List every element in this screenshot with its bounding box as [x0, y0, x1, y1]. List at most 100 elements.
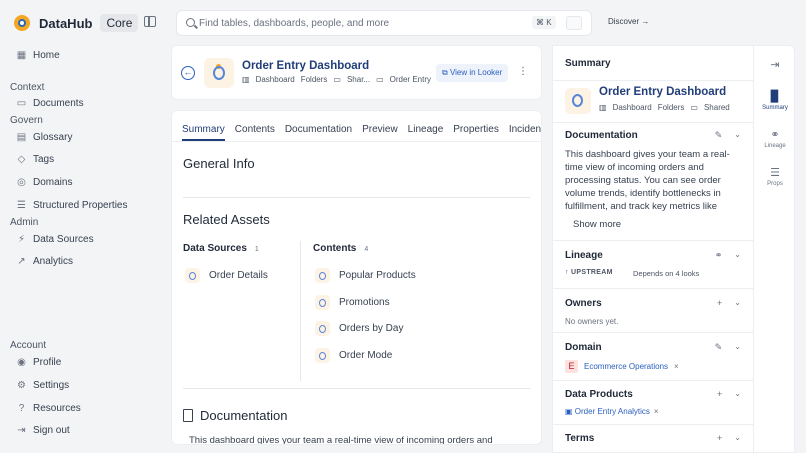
search-input[interactable]: Find tables, dashboards, people, and mor… [199, 18, 389, 29]
folder-icon: ▭ [690, 103, 698, 112]
data-product-name: Order Entry Analytics [574, 407, 650, 416]
sidebar: DataHub Core ▦ Home Context ▭ Documents … [0, 0, 165, 453]
content-item[interactable]: Promotions [315, 295, 390, 310]
upstream-text: UPSTREAM [571, 269, 613, 276]
sidebar-item-profile[interactable]: ◉ Profile [16, 357, 61, 368]
sidebar-item-domains[interactable]: ◎ Domains [16, 177, 72, 188]
breadcrumb-shared[interactable]: Shared [704, 103, 730, 112]
remove-icon[interactable]: × [674, 362, 679, 371]
depends-on-link[interactable]: Depends on 4 looks [633, 269, 699, 278]
remove-icon[interactable]: × [654, 407, 659, 416]
summary-entity-title[interactable]: Order Entry Dashboard [599, 86, 726, 98]
datahub-logo-icon [14, 15, 30, 31]
content-item[interactable]: Popular Products [315, 268, 416, 283]
chevron-down-icon[interactable]: ⌄ [734, 130, 741, 141]
tab-summary[interactable]: Summary [182, 124, 225, 141]
tab-properties[interactable]: Properties [453, 124, 499, 141]
filter-icon[interactable] [566, 16, 582, 30]
documentation-heading: Documentation [200, 408, 288, 423]
tab-documentation[interactable]: Documentation [285, 124, 352, 141]
sidebar-item-data-sources[interactable]: ⚡ Data Sources [16, 234, 94, 245]
sidebar-item-label: Tags [33, 154, 55, 165]
sidebar-item-structured-properties[interactable]: ☰ Structured Properties [16, 200, 128, 211]
chevron-down-icon[interactable]: ⌄ [734, 298, 741, 308]
sidebar-item-settings[interactable]: ⚙ Settings [16, 380, 69, 391]
tab-incidents[interactable]: Incidents [509, 124, 541, 141]
app-logo-row[interactable]: DataHub Core [14, 13, 164, 33]
chevron-down-icon[interactable]: ⌄ [734, 250, 741, 261]
rail-props[interactable]: ☰ Props [754, 166, 796, 187]
chevron-down-icon[interactable]: ⌄ [734, 389, 741, 399]
panel-divider [553, 288, 753, 289]
view-in-looker-button[interactable]: ⧉ View in Looker [436, 64, 508, 82]
add-icon[interactable]: + [717, 389, 722, 399]
show-more-button[interactable]: Show more [573, 219, 621, 230]
breadcrumb-folders[interactable]: Folders [301, 75, 328, 84]
rail-summary[interactable]: ▉ Summary [754, 90, 796, 111]
content-item[interactable]: Order Mode [315, 348, 392, 363]
data-product-tag[interactable]: ▣ Order Entry Analytics × [565, 407, 659, 416]
domain-actions: ✎ ⌄ [715, 342, 741, 353]
sidebar-collapse-icon[interactable] [144, 16, 156, 27]
entity-title[interactable]: Order Entry Dashboard [242, 60, 369, 72]
search-icon [186, 18, 195, 27]
documentation-text: This dashboard gives your team a real-ti… [565, 149, 730, 212]
back-arrow-icon[interactable]: ← [181, 66, 195, 80]
asset-name: Orders by Day [339, 323, 404, 334]
sidebar-item-glossary[interactable]: ▤ Glossary [16, 132, 73, 143]
rail-lineage[interactable]: ⚭ Lineage [754, 128, 796, 149]
documentation-actions: ✎ ⌄ [715, 130, 741, 141]
no-owners-text: No owners yet. [565, 317, 619, 326]
sidebar-item-tags[interactable]: ◇ Tags [16, 154, 54, 165]
chevron-down-icon[interactable]: ⌄ [734, 342, 741, 353]
book-icon: ▤ [16, 132, 27, 143]
general-info-heading: General Info [183, 156, 255, 171]
sidebar-item-resources[interactable]: ? Resources [16, 403, 81, 414]
search-bar[interactable]: Find tables, dashboards, people, and mor… [176, 10, 592, 36]
breadcrumb-folder-name[interactable]: Order Entry [390, 75, 431, 84]
section-divider [183, 197, 530, 198]
dashboard-icon: ▥ [599, 103, 607, 112]
lineage-icon: ⚭ [770, 129, 780, 141]
lineage-graph-icon[interactable]: ⚭ [715, 250, 723, 261]
terms-actions: + ⌄ [717, 433, 741, 443]
user-icon: ◉ [17, 357, 26, 368]
breadcrumb-folders[interactable]: Folders [658, 103, 685, 112]
add-icon[interactable]: + [717, 433, 722, 443]
entity-type: Dashboard [255, 75, 295, 84]
rail-props-label: Props [767, 181, 783, 187]
entity-tabs: Summary Contents Documentation Preview L… [182, 124, 541, 141]
sidebar-item-analytics[interactable]: ↗ Analytics [16, 256, 73, 267]
home-icon: ▦ [16, 50, 27, 61]
external-link-icon: ⧉ [442, 68, 450, 77]
add-icon[interactable]: + [717, 298, 722, 308]
sidebar-item-label: Glossary [33, 132, 73, 143]
breadcrumb-shared[interactable]: Shar... [347, 75, 370, 84]
sidebar-item-home[interactable]: ▦ Home [16, 50, 60, 61]
chevron-down-icon[interactable]: ⌄ [734, 433, 741, 443]
panel-divider [553, 380, 753, 381]
close-panel-icon[interactable]: ⇥ [754, 58, 796, 71]
summary-panel: Summary Order Entry Dashboard ▥ Dashboar… [552, 45, 753, 453]
sidebar-item-label: Settings [33, 380, 70, 391]
tab-contents[interactable]: Contents [235, 124, 275, 141]
lineage-section-title: Lineage [565, 250, 603, 261]
sidebar-item-label: Structured Properties [33, 200, 128, 211]
search-shortcut-badge: ⌘ K [532, 16, 556, 29]
edit-icon[interactable]: ✎ [715, 342, 723, 353]
discover-link[interactable]: Discover → [608, 17, 649, 26]
domain-tag[interactable]: E Ecommerce Operations × [565, 360, 679, 373]
tab-lineage[interactable]: Lineage [408, 124, 444, 141]
terms-section-title: Terms [565, 433, 595, 444]
sign-out-icon: ⇥ [17, 425, 26, 436]
data-source-item[interactable]: Order Details [185, 268, 268, 283]
sidebar-item-documents[interactable]: ▭ Documents [16, 98, 84, 109]
content-item[interactable]: Orders by Day [315, 321, 403, 336]
more-options-icon[interactable]: ⋮ [518, 66, 528, 77]
looker-logo-icon [204, 58, 234, 88]
sidebar-item-label: Documents [33, 98, 84, 109]
edit-icon[interactable]: ✎ [715, 130, 723, 141]
data-products-section-title: Data Products [565, 389, 633, 400]
tab-preview[interactable]: Preview [362, 124, 398, 141]
sidebar-item-sign-out[interactable]: ⇥ Sign out [16, 425, 69, 436]
